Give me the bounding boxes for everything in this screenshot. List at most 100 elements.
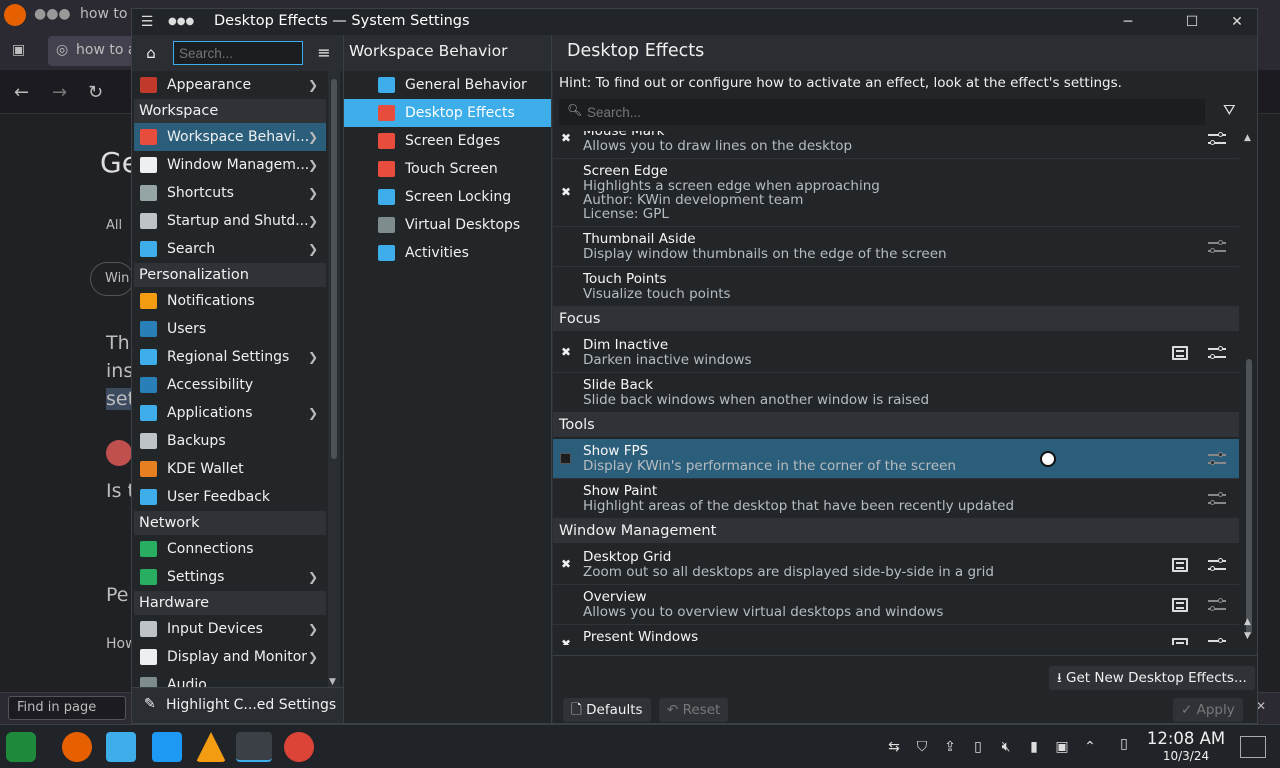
effect-row[interactable]: ✖ Desktop Grid Zoom out so all desktops ar… [553, 545, 1239, 585]
effect-enabled-icon[interactable]: ✖ [561, 637, 571, 645]
scroll-up-icon[interactable]: ▲ [1244, 133, 1251, 143]
subcategory-item[interactable]: Desktop Effects [344, 99, 551, 127]
subcategory-item[interactable]: General Behavior [344, 71, 551, 99]
browser-tab-title[interactable]: how to [80, 6, 127, 22]
sidebar-item[interactable]: Input Devices ❯ [134, 615, 326, 643]
forward-icon[interactable]: → [52, 82, 67, 103]
browser-tab[interactable]: ◎ how to a [48, 36, 138, 66]
effect-row[interactable]: ✖ Mouse Mark Allows you to draw lines on t… [553, 131, 1239, 159]
get-new-effects-button[interactable]: ⭳ Get New Desktop Effects... [1049, 666, 1255, 690]
clock[interactable]: 12:08 AM 10/3/24 [1146, 730, 1226, 764]
configure-sliders-icon[interactable] [1208, 239, 1226, 253]
system-settings-task-icon[interactable] [236, 732, 272, 762]
subcategory-item[interactable]: Touch Screen [344, 155, 551, 183]
effects-scrollbar[interactable]: ▲ ▲ ▼ [1243, 131, 1255, 645]
tab-list-icon[interactable]: ▣ [12, 42, 25, 58]
clipboard-sync-icon[interactable]: ⇆ [884, 737, 904, 757]
effect-row[interactable]: Overview Allows you to overview virtual d… [553, 585, 1239, 625]
chrome-icon[interactable] [284, 732, 314, 762]
effect-row[interactable]: Show Paint Highlight areas of the desktop… [553, 479, 1239, 519]
reload-icon[interactable]: ↻ [88, 82, 103, 103]
effect-enabled-icon[interactable]: ✖ [561, 185, 571, 199]
update-icon[interactable]: ⇪ [940, 737, 960, 757]
sidebar-item[interactable]: Users [134, 315, 326, 343]
effects-search-input[interactable] [559, 99, 1205, 125]
sidebar-item[interactable]: Shortcuts ❯ [134, 179, 326, 207]
battery-icon[interactable]: ▮ [1024, 737, 1044, 757]
sidebar-item[interactable]: Settings ❯ [134, 563, 326, 591]
configure-sliders-icon[interactable] [1208, 637, 1226, 645]
sidebar-item[interactable]: KDE Wallet [134, 455, 326, 483]
hamburger-menu-icon[interactable]: ≡ [314, 43, 334, 63]
video-preview-icon[interactable] [1172, 346, 1188, 360]
sidebar-item[interactable]: User Feedback [134, 483, 326, 511]
clipboard-icon[interactable]: ▯ [968, 737, 988, 757]
sidebar-item[interactable]: Connections [134, 535, 326, 563]
sidebar-item[interactable]: Applications ❯ [134, 399, 326, 427]
filter-icon[interactable]: ⛛ [1223, 101, 1236, 119]
phone-icon[interactable]: ▯ [1114, 734, 1134, 760]
sidebar-search-input[interactable] [173, 41, 303, 65]
sidebar-item[interactable]: Search ❯ [134, 235, 326, 263]
effect-enabled-icon[interactable]: ✖ [561, 131, 571, 145]
scroll-down-icon[interactable]: ▼ [1244, 631, 1251, 641]
apply-button[interactable]: ✓ Apply [1173, 698, 1243, 722]
file-manager-icon[interactable] [106, 732, 136, 762]
subcategory-item[interactable]: Screen Locking [344, 183, 551, 211]
settings-app-icon[interactable]: ☰ [136, 12, 158, 32]
sidebar-item[interactable]: Regional Settings ❯ [134, 343, 326, 371]
configure-sliders-icon[interactable] [1208, 557, 1226, 571]
video-preview-icon[interactable] [1172, 598, 1188, 612]
sidebar-item[interactable]: Window Managem... ❯ [134, 151, 326, 179]
volume-muted-icon[interactable]: 🔇︎ [996, 737, 1016, 757]
back-icon[interactable]: ← [14, 82, 29, 103]
firefox-icon[interactable] [62, 732, 92, 762]
close-icon[interactable]: ✕ [1226, 12, 1248, 32]
find-in-page-input[interactable]: Find in page [8, 696, 126, 720]
sidebar-item[interactable]: Audio [134, 671, 326, 687]
configure-sliders-icon[interactable] [1208, 131, 1226, 145]
configure-sliders-icon[interactable] [1208, 597, 1226, 611]
maximize-icon[interactable]: ☐ [1181, 12, 1203, 32]
video-preview-icon[interactable] [1172, 558, 1188, 572]
sidebar-item[interactable]: Startup and Shutd... ❯ [134, 207, 326, 235]
effect-enabled-icon[interactable]: ✖ [561, 345, 571, 359]
sidebar-scroll-thumb[interactable] [331, 79, 337, 459]
effect-row[interactable]: Thumbnail Aside Display window thumbnails… [553, 227, 1239, 267]
sidebar-item[interactable]: Backups [134, 427, 326, 455]
sidebar-scrollbar[interactable]: ▼ [328, 71, 340, 687]
effect-row[interactable]: Show FPS Display KWin's performance in th… [553, 439, 1239, 479]
window-menu-icon[interactable]: ●●● [168, 12, 194, 32]
app-launcher-icon[interactable] [6, 732, 36, 762]
sidebar-footer[interactable]: ✎ Highlight C...ed Settings [132, 687, 343, 723]
highlight-changed-settings-button[interactable]: Highlight C...ed Settings [166, 697, 336, 713]
configure-sliders-icon[interactable] [1208, 491, 1226, 505]
sidebar-item[interactable]: Workspace Behavi... ❯ [134, 123, 326, 151]
sidebar-item[interactable]: Accessibility [134, 371, 326, 399]
subcategory-item[interactable]: Activities [344, 239, 551, 267]
effect-row[interactable]: Slide Back Slide back windows when anothe… [553, 373, 1239, 413]
effect-enabled-icon[interactable]: ✖ [561, 557, 571, 571]
discover-icon[interactable] [152, 732, 182, 762]
configure-sliders-icon[interactable] [1208, 451, 1226, 465]
network-icon[interactable]: ▣ [1052, 737, 1072, 757]
show-desktop-icon[interactable] [1240, 736, 1266, 758]
subcategory-item[interactable]: Screen Edges [344, 127, 551, 155]
effects-scroll-thumb[interactable] [1246, 359, 1252, 635]
minimize-icon[interactable]: ─ [1117, 12, 1139, 32]
scroll-up-icon[interactable]: ▲ [1244, 617, 1251, 627]
configure-sliders-icon[interactable] [1208, 345, 1226, 359]
sidebar-item[interactable]: Display and Monitor ❯ [134, 643, 326, 671]
effect-row[interactable]: ✖ Screen Edge Highlights a screen edge whe… [553, 159, 1239, 227]
defaults-button[interactable]: 🗋︎ Defaults [563, 698, 651, 722]
effect-row[interactable]: ✖Present WindowsZoom out until all opene… [553, 625, 1239, 645]
subcategory-item[interactable]: Virtual Desktops [344, 211, 551, 239]
tray-expand-icon[interactable]: ⌃ [1080, 737, 1100, 757]
effect-row[interactable]: ✖ Dim Inactive Darken inactive windows [553, 333, 1239, 373]
reset-button[interactable]: ↶ Reset [659, 698, 729, 722]
effect-row[interactable]: Touch Points Visualize touch points [553, 267, 1239, 307]
home-icon[interactable]: ⌂ [140, 43, 162, 63]
sidebar-item[interactable]: Appearance ❯ [134, 71, 326, 99]
scroll-down-icon[interactable]: ▼ [329, 677, 336, 687]
shield-icon[interactable]: ⛉ [912, 737, 932, 757]
